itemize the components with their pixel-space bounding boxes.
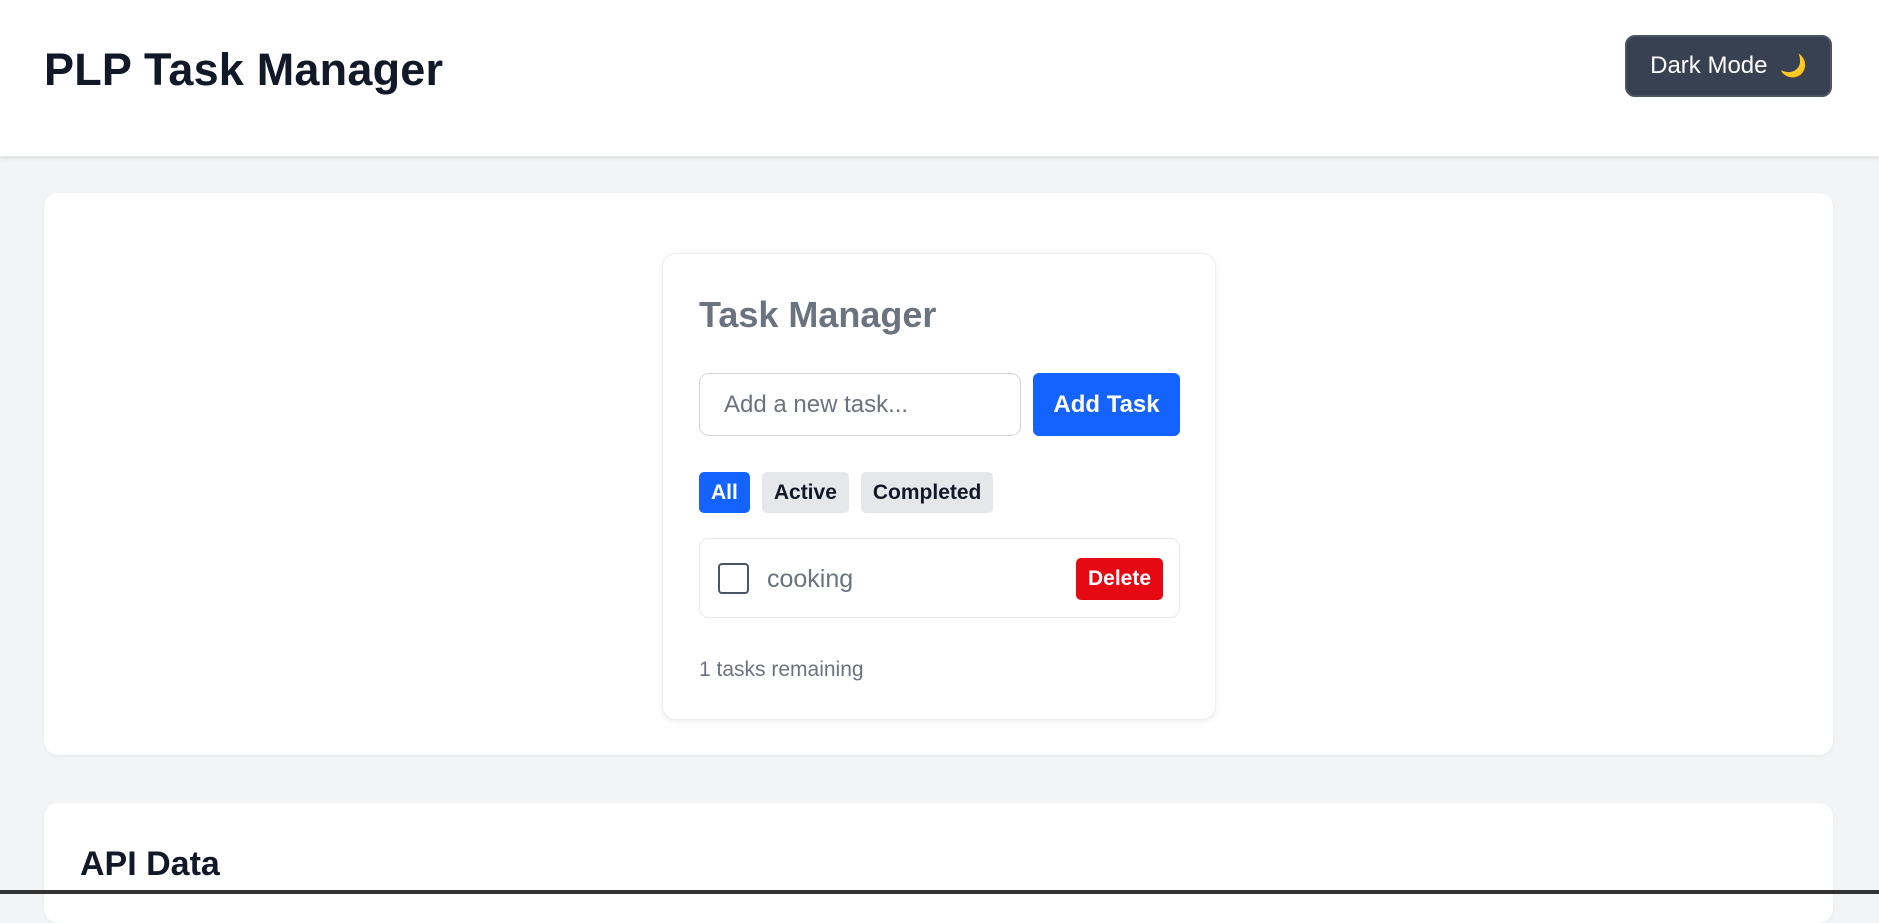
filter-active-button[interactable]: Active <box>761 472 849 513</box>
task-manager-panel: Task Manager Add Task All Active Complet… <box>662 253 1216 720</box>
task-checkbox[interactable] <box>718 563 749 594</box>
add-task-button[interactable]: Add Task <box>1033 373 1180 436</box>
dark-mode-label: Dark Mode <box>1650 52 1768 79</box>
app-title: PLP Task Manager <box>44 44 444 95</box>
moon-icon: 🌙 <box>1779 53 1807 78</box>
panel-title: Task Manager <box>699 294 937 335</box>
task-text: cooking <box>767 565 854 593</box>
filter-all-button[interactable]: All <box>699 472 750 513</box>
new-task-input[interactable] <box>699 373 1021 436</box>
app-header: PLP Task Manager Dark Mode 🌙 <box>0 0 1879 157</box>
api-data-card: API Data <box>44 803 1833 923</box>
delete-task-button[interactable]: Delete <box>1076 558 1163 600</box>
window-bottom-edge <box>0 890 1879 894</box>
filter-group: All Active Completed <box>699 472 994 513</box>
filter-completed-button[interactable]: Completed <box>860 472 994 513</box>
dark-mode-toggle-button[interactable]: Dark Mode 🌙 <box>1625 35 1832 97</box>
task-item: cooking Delete <box>699 538 1180 618</box>
api-data-title: API Data <box>80 845 220 883</box>
tasks-remaining-count: 1 tasks remaining <box>699 658 864 681</box>
